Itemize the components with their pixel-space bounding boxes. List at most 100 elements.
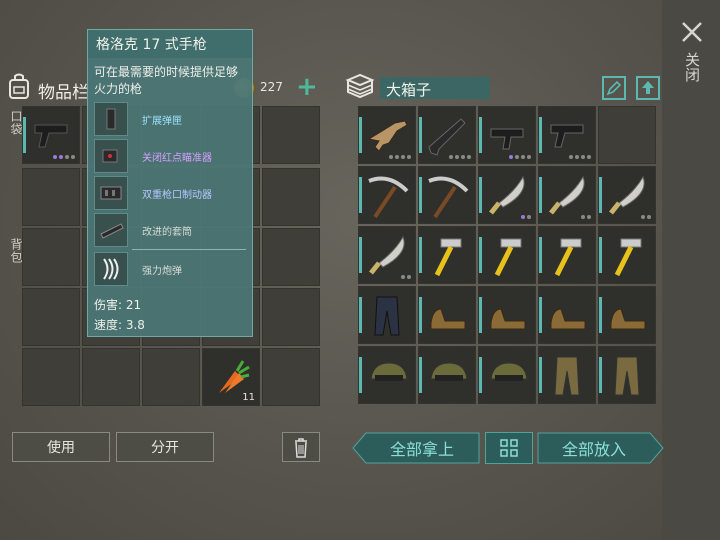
camo-pants-icon <box>554 356 580 396</box>
ammo-label: 强力炮弹 <box>142 265 182 277</box>
rifle-icon <box>367 120 408 152</box>
boots-icon <box>430 308 466 330</box>
boots-icon <box>610 308 646 330</box>
box-slot[interactable] <box>478 106 536 164</box>
box-slot[interactable] <box>478 346 536 404</box>
speed-stat: 速度: 3.8 <box>94 318 145 332</box>
box-slot[interactable] <box>538 226 596 284</box>
box-slot[interactable] <box>418 286 476 344</box>
close-icon[interactable] <box>680 20 704 44</box>
box-slot[interactable] <box>598 286 656 344</box>
box-slot[interactable] <box>538 286 596 344</box>
pickaxe-icon <box>428 176 469 219</box>
split-button[interactable]: 分开 <box>116 432 214 462</box>
box-slot[interactable] <box>598 106 656 164</box>
layout-toggle-button[interactable] <box>485 432 533 464</box>
sort-button[interactable] <box>636 76 660 100</box>
box-slot[interactable] <box>418 106 476 164</box>
magazine-icon <box>94 102 128 136</box>
inventory-slot[interactable] <box>262 348 320 406</box>
inventory-slot[interactable] <box>22 168 80 226</box>
trash-button[interactable] <box>282 432 320 462</box>
box-slot[interactable] <box>418 346 476 404</box>
box-slot[interactable] <box>358 226 416 284</box>
machete-icon <box>609 175 645 215</box>
smg-icon <box>490 128 524 150</box>
machete-icon <box>549 175 585 215</box>
inventory-slot-carrot[interactable]: 11 <box>202 348 260 406</box>
box-slot[interactable] <box>418 166 476 224</box>
pistol-icon <box>550 124 584 148</box>
box-slot[interactable] <box>538 166 596 224</box>
box-slot[interactable] <box>538 346 596 404</box>
rename-button[interactable] <box>602 76 626 100</box>
tooltip-title: 格洛克 17 式手枪 <box>88 30 252 58</box>
inventory-slot[interactable] <box>22 348 80 406</box>
box-slot[interactable] <box>538 106 596 164</box>
cap-icon <box>430 362 468 381</box>
upload-icon <box>642 81 654 94</box>
coin-count: 227 <box>260 80 283 94</box>
cap-icon <box>490 362 528 381</box>
box-icon <box>345 73 375 99</box>
box-slot[interactable] <box>358 166 416 224</box>
inventory-slot[interactable] <box>142 348 200 406</box>
mod-row: 扩展弹匣 <box>94 102 250 136</box>
shotgun-icon <box>428 118 466 156</box>
box-slot[interactable] <box>358 286 416 344</box>
inventory-slot-pistol[interactable] <box>22 106 80 164</box>
cap-icon <box>370 362 408 381</box>
inventory-title: 物品栏 <box>38 83 89 103</box>
add-slots-button[interactable]: + <box>296 74 318 100</box>
box-slot[interactable] <box>478 166 536 224</box>
box-slot[interactable] <box>358 346 416 404</box>
carrot-count: 11 <box>242 392 255 403</box>
box-grid <box>358 106 656 416</box>
grid-icon <box>500 439 518 457</box>
box-slot[interactable] <box>478 226 536 284</box>
inventory-slot[interactable] <box>262 106 320 164</box>
pickaxe-icon <box>368 176 409 219</box>
put-all-button[interactable]: 全部放入 <box>538 432 650 464</box>
box-slot[interactable] <box>478 286 536 344</box>
ammo-row: 强力炮弹 <box>94 252 250 286</box>
close-label[interactable]: 关闭 <box>683 52 701 82</box>
box-title: 大箱子 <box>386 81 432 99</box>
take-all-button[interactable]: 全部拿上 <box>366 432 478 464</box>
box-slot[interactable] <box>598 346 656 404</box>
backpack-icon <box>9 73 29 99</box>
mod-label: 扩展弹匣 <box>142 115 182 127</box>
box-slot[interactable] <box>418 226 476 284</box>
hammer-icon <box>614 238 642 277</box>
inventory-slot[interactable] <box>262 168 320 226</box>
boots-icon <box>550 308 586 330</box>
machete-icon <box>489 175 525 215</box>
inventory-slot[interactable] <box>82 348 140 406</box>
boots-icon <box>490 308 526 330</box>
pistol-icon <box>34 124 68 148</box>
mod-label: 改进的套筒 <box>142 226 192 238</box>
camo-pants-icon <box>614 356 640 396</box>
use-button[interactable]: 使用 <box>12 432 110 462</box>
inventory-slot[interactable] <box>22 228 80 286</box>
item-tooltip: 格洛克 17 式手枪 可在最需要的时候提供足够火力的枪 扩展弹匣 关闭红点瞄准器… <box>87 29 253 337</box>
ammo-icon <box>94 252 128 286</box>
tooltip-divider <box>132 249 246 250</box>
mod-row: 改进的套筒 <box>94 213 250 247</box>
box-slot[interactable] <box>598 226 656 284</box>
inventory-slot[interactable] <box>262 288 320 346</box>
mod-row: 关闭红点瞄准器 <box>94 139 250 173</box>
trash-icon <box>295 438 307 458</box>
inventory-slot[interactable] <box>22 288 80 346</box>
inventory-slot[interactable] <box>262 228 320 286</box>
pants-icon <box>374 296 400 336</box>
box-slot[interactable] <box>358 106 416 164</box>
slide-icon <box>94 213 128 247</box>
muzzle-brake-icon <box>94 176 128 210</box>
damage-stat: 伤害: 21 <box>94 298 142 312</box>
mod-row: 双重枪口制动器 <box>94 176 250 210</box>
hammer-icon <box>494 238 522 277</box>
red-dot-sight-icon <box>94 139 128 173</box>
mod-label: 关闭红点瞄准器 <box>142 152 212 164</box>
box-slot[interactable] <box>598 166 656 224</box>
